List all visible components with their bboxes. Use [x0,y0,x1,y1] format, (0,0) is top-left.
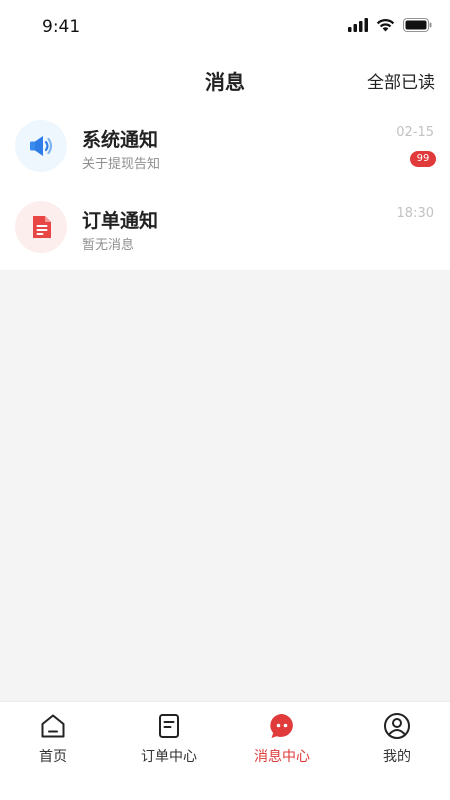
unread-badge: 99 [410,151,436,167]
tab-home[interactable]: 首页 [0,712,109,772]
message-item-order[interactable]: 订单通知 暂无消息 18:30 [0,188,450,268]
mark-all-read-button[interactable]: 全部已读 [367,68,435,93]
message-subtitle: 暂无消息 [82,238,135,253]
home-icon [41,714,65,738]
user-icon [384,713,410,739]
status-icons [348,18,432,32]
tab-orders[interactable]: 订单中心 [113,712,225,772]
status-bar: 9:41 [0,0,450,54]
order-notice-avatar [15,201,67,253]
message-time: 18:30 [396,206,434,221]
tab-label: 首页 [39,749,67,765]
message-item-system[interactable]: 系统通知 关于提现告知 02-15 99 [0,107,450,187]
message-subtitle: 关于提现告知 [82,157,161,172]
tab-label: 我的 [383,749,411,765]
tab-label: 消息中心 [254,749,310,765]
system-notice-avatar [15,120,67,172]
tab-bar: 首页 订单中心 消息中心 我的 [0,701,450,800]
tab-mine[interactable]: 我的 [341,712,450,772]
message-title: 订单通知 [82,210,159,232]
message-time: 02-15 [396,125,434,140]
document-icon [33,216,51,238]
status-time: 9:41 [42,17,81,37]
nav-bar: 消息 全部已读 [0,54,450,106]
wifi-icon [376,18,395,32]
content-panel: 9:41 消息 全部已读 系统通知 关于提现告知 02-15 99 订单通知 暂… [0,0,450,270]
battery-icon [403,18,432,32]
speaker-icon [30,136,53,156]
signal-icon [348,18,368,32]
tab-label: 订单中心 [141,749,197,765]
chat-bubble-icon [270,714,293,738]
tab-messages[interactable]: 消息中心 [226,712,338,772]
order-list-icon [159,714,179,738]
message-title: 系统通知 [82,129,159,151]
